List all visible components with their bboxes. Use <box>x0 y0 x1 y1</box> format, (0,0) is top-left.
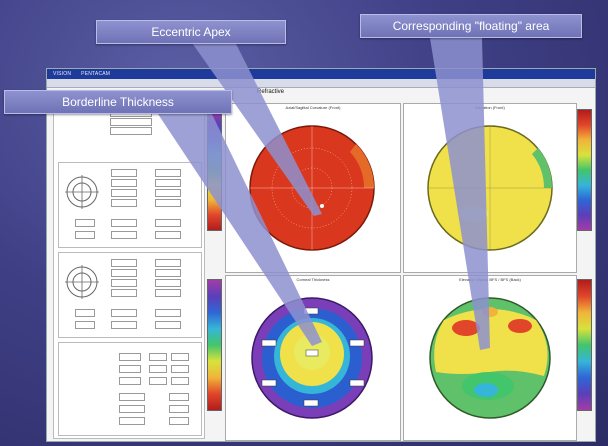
patient-data-panel <box>53 91 205 439</box>
value-field[interactable] <box>119 377 141 385</box>
value-field[interactable] <box>111 279 137 287</box>
color-scale-right-bottom <box>577 279 592 411</box>
pentacam-window: VISION PENTACAM Refractive Axial/Sagitta… <box>46 68 596 442</box>
value-field[interactable] <box>119 353 141 361</box>
value-field[interactable] <box>119 417 145 425</box>
value-field[interactable] <box>155 169 181 177</box>
value-field[interactable] <box>111 269 137 277</box>
value-field[interactable] <box>75 219 95 227</box>
callout-floating-area: Corresponding "floating" area <box>360 14 582 38</box>
value-field[interactable] <box>155 199 181 207</box>
value-field[interactable] <box>155 259 181 267</box>
value-field[interactable] <box>75 321 95 329</box>
menu-bar <box>47 79 595 88</box>
value-field[interactable] <box>111 289 137 297</box>
color-scale-left-bottom <box>207 279 222 411</box>
elevation-back-map <box>429 297 551 419</box>
title-bar: VISION PENTACAM <box>47 69 595 79</box>
cornea-back-block <box>58 252 202 338</box>
title-left: VISION <box>53 71 72 77</box>
value-field[interactable] <box>111 321 137 329</box>
value-field[interactable] <box>111 179 137 187</box>
axis-diagram-icon <box>65 265 99 299</box>
value-field[interactable] <box>149 377 167 385</box>
elevation-front-map <box>427 125 553 251</box>
value-field[interactable] <box>111 309 137 317</box>
value-field[interactable] <box>155 269 181 277</box>
value-field[interactable] <box>155 289 181 297</box>
title-right: PENTACAM <box>81 71 111 77</box>
thickness-map-panel[interactable]: Corneal Thickness <box>225 275 401 441</box>
value-field[interactable] <box>155 219 181 227</box>
cornea-front-block <box>58 162 202 248</box>
value-field[interactable] <box>111 199 137 207</box>
value-field[interactable] <box>155 189 181 197</box>
sagittal-map-panel[interactable]: Axial/Sagittal Curvature (Front) <box>225 103 401 273</box>
value-field[interactable] <box>155 309 181 317</box>
value-field[interactable] <box>169 405 189 413</box>
value-field[interactable] <box>155 279 181 287</box>
value-field[interactable] <box>169 417 189 425</box>
value-field[interactable] <box>119 405 145 413</box>
sagittal-map <box>249 125 375 251</box>
value-field[interactable] <box>111 231 137 239</box>
callout-borderline-thickness: Borderline Thickness <box>4 90 232 114</box>
value-field[interactable] <box>155 321 181 329</box>
color-scale-left-top <box>207 109 222 231</box>
value-field[interactable] <box>75 309 95 317</box>
value-field[interactable] <box>111 189 137 197</box>
callout-text: Borderline Thickness <box>62 95 174 109</box>
value-field[interactable] <box>171 365 189 373</box>
value-field[interactable] <box>119 393 145 401</box>
value-field[interactable] <box>111 169 137 177</box>
map-title: Axial/Sagittal Curvature (Front) <box>285 105 341 110</box>
axis-diagram-icon <box>65 175 99 209</box>
callout-eccentric-apex: Eccentric Apex <box>96 20 286 44</box>
value-field[interactable] <box>155 231 181 239</box>
value-field[interactable] <box>155 179 181 187</box>
callout-text: Eccentric Apex <box>151 25 231 39</box>
value-field[interactable] <box>111 259 137 267</box>
map-title: Elevation (Back) BFS / BFS (Back) <box>459 277 521 282</box>
color-scale-right-top <box>577 109 592 231</box>
patient-field[interactable] <box>110 127 152 135</box>
thickness-table <box>58 342 202 436</box>
value-field[interactable] <box>171 377 189 385</box>
map-title: Elevation (Front) <box>475 105 505 110</box>
elevation-front-map-panel[interactable]: Elevation (Front) <box>403 103 577 273</box>
thickness-map <box>251 297 373 419</box>
elevation-back-map-panel[interactable]: Elevation (Back) BFS / BFS (Back) <box>403 275 577 441</box>
value-field[interactable] <box>149 365 167 373</box>
value-field[interactable] <box>149 353 167 361</box>
section-title: Refractive <box>257 89 285 95</box>
map-title: Corneal Thickness <box>296 277 330 282</box>
patient-field[interactable] <box>110 118 152 126</box>
value-field[interactable] <box>119 365 141 373</box>
value-field[interactable] <box>111 219 137 227</box>
value-field[interactable] <box>171 353 189 361</box>
value-field[interactable] <box>75 231 95 239</box>
callout-text: Corresponding "floating" area <box>392 19 550 33</box>
value-field[interactable] <box>169 393 189 401</box>
